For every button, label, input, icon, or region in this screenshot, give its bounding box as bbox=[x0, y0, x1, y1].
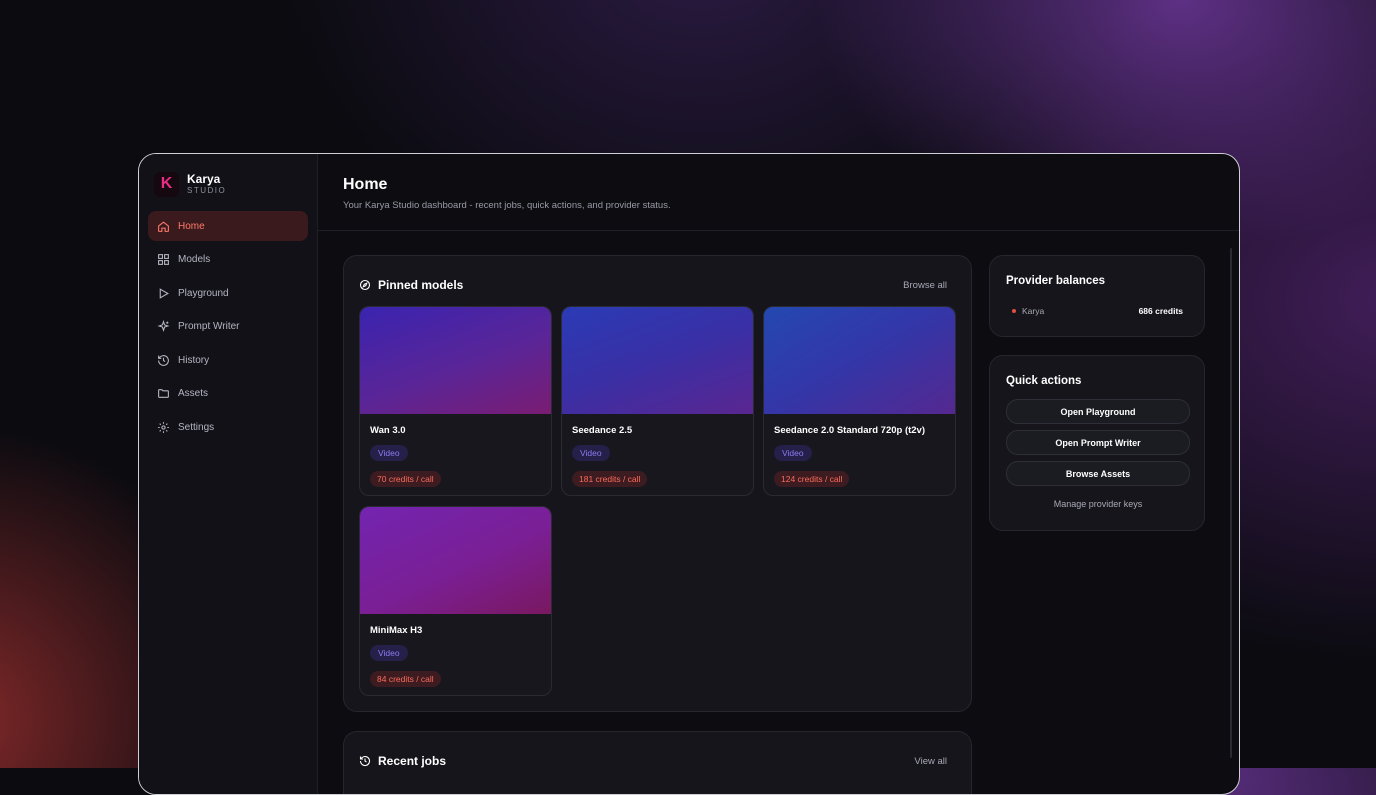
sidebar-item-home[interactable]: Home bbox=[148, 211, 308, 241]
pinned-models-title: Pinned models bbox=[378, 278, 464, 292]
model-type-badge: Video bbox=[572, 445, 610, 461]
sidebar-item-history[interactable]: History bbox=[148, 345, 308, 375]
model-card[interactable]: Wan 3.0 Video 70 credits / call bbox=[359, 306, 552, 496]
sidebar: K Karya STUDIO Home Models Playground Pr… bbox=[139, 154, 318, 794]
quick-actions-title: Quick actions bbox=[1006, 375, 1082, 387]
sidebar-item-label: Settings bbox=[178, 422, 215, 434]
model-price-badge: 84 credits / call bbox=[370, 671, 441, 687]
model-name: Wan 3.0 bbox=[370, 425, 406, 436]
sparkle-icon bbox=[157, 320, 170, 333]
main-content: Home Your Karya Studio dashboard - recen… bbox=[318, 154, 1239, 794]
model-thumbnail bbox=[562, 307, 753, 414]
provider-balances-panel: Provider balances Karya 686 credits bbox=[989, 255, 1205, 337]
browse-all-link[interactable]: Browse all bbox=[903, 280, 947, 291]
view-all-link[interactable]: View all bbox=[914, 756, 947, 767]
model-name: Seedance 2.0 Standard 720p (t2v) bbox=[774, 425, 926, 436]
grid-icon bbox=[158, 254, 169, 266]
model-thumbnail bbox=[360, 307, 551, 414]
brand[interactable]: K Karya STUDIO bbox=[139, 154, 317, 199]
model-card[interactable]: Seedance 2.0 Standard 720p (t2v) Video 1… bbox=[763, 306, 956, 496]
provider-balances-title: Provider balances bbox=[1006, 275, 1106, 287]
model-price-badge: 181 credits / call bbox=[572, 471, 648, 487]
sidebar-item-playground[interactable]: Playground bbox=[148, 278, 308, 308]
brand-name: Karya bbox=[187, 171, 221, 186]
open-playground-button[interactable]: Open Playground bbox=[1006, 399, 1190, 424]
scrollbar[interactable] bbox=[1230, 248, 1232, 758]
manage-provider-keys-link[interactable]: Manage provider keys bbox=[1006, 499, 1190, 509]
recent-jobs-panel: Recent jobs View all bbox=[343, 731, 972, 794]
open-prompt-writer-button[interactable]: Open Prompt Writer bbox=[1006, 430, 1190, 455]
karya-logo: K bbox=[154, 171, 179, 197]
model-card[interactable]: Seedance 2.5 Video 181 credits / call bbox=[561, 306, 754, 496]
page-subtitle: Your Karya Studio dashboard - recent job… bbox=[343, 200, 671, 211]
quick-actions-panel: Quick actions Open Playground Open Promp… bbox=[989, 355, 1205, 531]
sidebar-item-label: Assets bbox=[178, 388, 209, 400]
sidebar-item-label: Prompt Writer bbox=[178, 321, 240, 333]
model-price-badge: 124 credits / call bbox=[774, 471, 850, 487]
status-dot bbox=[1012, 309, 1016, 313]
balance-row: Karya 686 credits bbox=[1012, 306, 1183, 316]
brand-subtitle: STUDIO bbox=[187, 185, 227, 195]
model-card[interactable]: MiniMax H3 Video 84 credits / call bbox=[359, 506, 552, 696]
sidebar-item-models[interactable]: Models bbox=[148, 245, 308, 275]
compass-icon bbox=[359, 279, 371, 291]
model-price-badge: 70 credits / call bbox=[370, 471, 441, 487]
sidebar-item-settings[interactable]: Settings bbox=[148, 413, 308, 443]
provider-balance: 686 credits bbox=[1138, 306, 1183, 316]
sidebar-item-label: Models bbox=[178, 254, 211, 266]
sidebar-nav: Home Models Playground Prompt Writer His… bbox=[139, 211, 317, 443]
sidebar-item-assets[interactable]: Assets bbox=[148, 379, 308, 409]
history-icon bbox=[359, 755, 371, 767]
browse-assets-button[interactable]: Browse Assets bbox=[1006, 461, 1190, 486]
sidebar-item-label: Playground bbox=[178, 287, 229, 299]
app-window: K Karya STUDIO Home Models Playground Pr… bbox=[138, 153, 1240, 795]
sidebar-item-prompt-writer[interactable]: Prompt Writer bbox=[148, 312, 308, 342]
model-type-badge: Video bbox=[370, 645, 408, 661]
sidebar-item-label: Home bbox=[178, 220, 205, 232]
history-icon bbox=[158, 354, 169, 366]
recent-jobs-title: Recent jobs bbox=[378, 754, 447, 768]
page-title: Home bbox=[343, 176, 388, 193]
pinned-models-panel: Pinned models Browse all Wan 3.0 Video 7… bbox=[343, 255, 972, 712]
model-type-badge: Video bbox=[774, 445, 812, 461]
model-thumbnail bbox=[764, 307, 955, 414]
folder-icon bbox=[158, 389, 169, 399]
sidebar-item-label: History bbox=[178, 354, 210, 366]
model-name: MiniMax H3 bbox=[370, 625, 423, 636]
model-type-badge: Video bbox=[370, 445, 408, 461]
model-thumbnail bbox=[360, 507, 551, 614]
gear-icon bbox=[158, 422, 169, 433]
play-icon bbox=[159, 287, 169, 299]
page-header: Home Your Karya Studio dashboard - recen… bbox=[318, 154, 1239, 231]
model-name: Seedance 2.5 bbox=[572, 425, 633, 436]
home-icon bbox=[158, 220, 169, 232]
provider-name: Karya bbox=[1022, 306, 1045, 316]
